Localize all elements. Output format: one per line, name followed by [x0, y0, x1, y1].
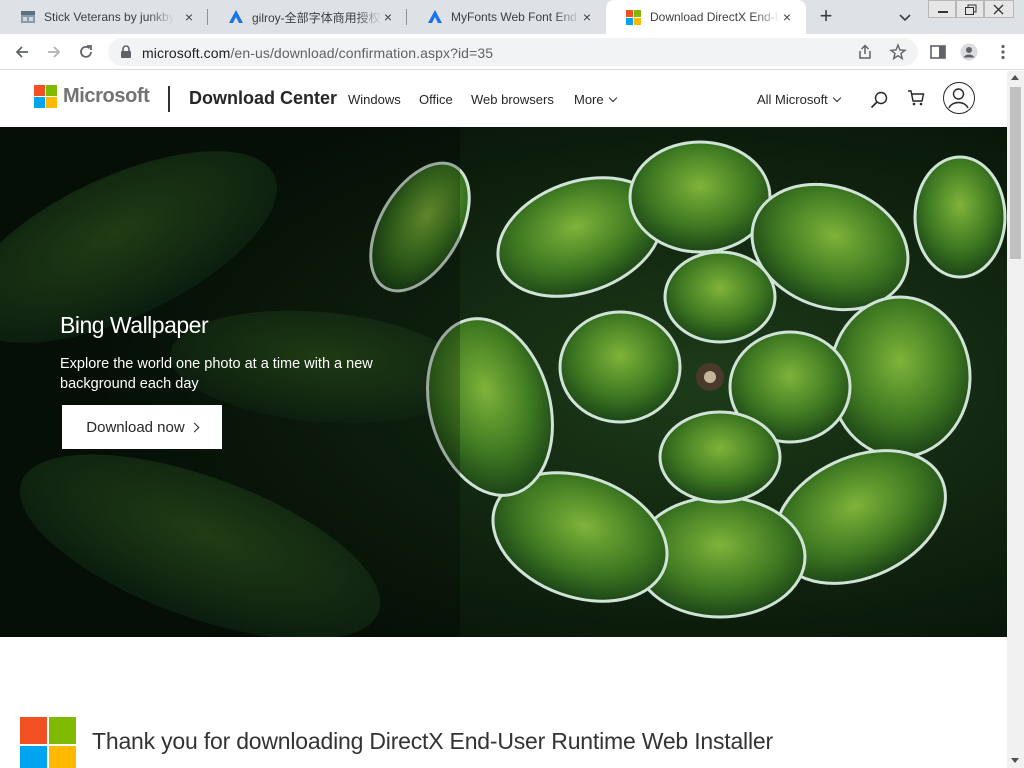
brand-name: Microsoft: [63, 85, 150, 107]
tab-stick-veterans[interactable]: Stick Veterans by junkbyt ×: [0, 0, 208, 34]
nav-windows[interactable]: Windows: [348, 92, 401, 107]
microsoft-logo-large: [20, 717, 76, 768]
header-divider: [168, 86, 170, 112]
forward-arrow-icon: [48, 46, 61, 58]
nav-office[interactable]: Office: [419, 92, 453, 107]
page-content: Microsoft Download Center Windows Office…: [0, 71, 1007, 768]
site-header: Microsoft Download Center Windows Office…: [0, 71, 1007, 127]
url-text[interactable]: microsoft.com/en-us/download/confirmatio…: [142, 45, 493, 61]
tab-strip: Stick Veterans by junkbyt × gilroy-全部字体商…: [0, 0, 1024, 34]
search-icon[interactable]: [869, 90, 889, 110]
reload-button[interactable]: [74, 40, 98, 64]
microsoft-logo[interactable]: Microsoft: [34, 85, 150, 108]
all-microsoft-label: All Microsoft: [757, 92, 828, 107]
all-microsoft-menu[interactable]: All Microsoft: [757, 92, 842, 107]
close-icon[interactable]: ×: [182, 10, 196, 24]
account-button[interactable]: [943, 82, 975, 114]
site-title[interactable]: Download Center: [189, 88, 337, 109]
tab-title: MyFonts Web Font End U: [451, 10, 581, 24]
user-icon: [948, 88, 969, 109]
nav-more[interactable]: More: [574, 92, 617, 107]
url-host: microsoft.com: [142, 45, 231, 61]
share-icon[interactable]: [856, 43, 874, 61]
scroll-up-arrow-icon[interactable]: [1011, 75, 1019, 80]
close-window-icon: [993, 4, 1004, 15]
triangle-logo-icon: [229, 10, 243, 23]
nav-more-label: More: [574, 92, 604, 107]
tab-title: gilroy-全部字体商用授权: [252, 10, 381, 25]
tab-gilroy[interactable]: gilroy-全部字体商用授权 ×: [208, 0, 407, 34]
minimize-button[interactable]: [928, 0, 956, 18]
chevron-right-icon: [189, 422, 200, 432]
hero-description: Explore the world one photo at a time wi…: [60, 356, 373, 392]
tab-search-chevron-icon[interactable]: [895, 7, 915, 27]
chevron-down-icon: [608, 93, 617, 103]
chevron-down-icon: [832, 93, 842, 103]
back-button[interactable]: [10, 40, 34, 64]
cart-icon[interactable]: [906, 88, 926, 108]
more-menu-icon[interactable]: [994, 43, 1012, 61]
stick-veterans-favicon: [21, 11, 35, 23]
thank-you-heading: Thank you for downloading DirectX End-Us…: [92, 728, 773, 754]
tab-title: Stick Veterans by junkbyt: [44, 10, 174, 24]
download-now-button[interactable]: Download now: [62, 405, 222, 449]
download-now-label: Download now: [86, 418, 185, 436]
profile-icon[interactable]: [960, 43, 978, 61]
close-icon[interactable]: ×: [381, 10, 395, 24]
tab-myfonts[interactable]: MyFonts Web Font End U ×: [407, 0, 606, 34]
forward-button[interactable]: [42, 40, 66, 64]
triangle-logo-icon: [428, 10, 442, 23]
nav-web-browsers[interactable]: Web browsers: [471, 92, 554, 107]
microsoft-logo-icon: [626, 9, 642, 25]
restore-icon: [965, 4, 977, 15]
address-bar[interactable]: microsoft.com/en-us/download/confirmatio…: [108, 38, 918, 66]
lock-icon[interactable]: [120, 45, 132, 59]
close-icon[interactable]: ×: [780, 10, 794, 24]
reload-icon: [80, 45, 92, 58]
minimize-icon: [938, 11, 948, 13]
back-arrow-icon: [15, 46, 28, 58]
restore-button[interactable]: [956, 0, 984, 18]
microsoft-logo-icon: [34, 85, 57, 108]
close-icon[interactable]: ×: [580, 10, 594, 24]
url-path: /en-us/download/confirmation.aspx?id=35: [230, 45, 494, 61]
page-scrollbar[interactable]: [1007, 71, 1024, 768]
side-panel-icon[interactable]: [929, 43, 947, 61]
bookmark-star-icon[interactable]: [889, 43, 907, 61]
tab-directx[interactable]: Download DirectX End-U ×: [606, 0, 806, 34]
hero-banner: Bing Wallpaper Explore the world one pho…: [0, 127, 1007, 637]
new-tab-button[interactable]: +: [814, 5, 838, 29]
scroll-thumb[interactable]: [1010, 87, 1021, 259]
hero-title: Bing Wallpaper: [60, 312, 209, 338]
close-window-button[interactable]: [984, 0, 1014, 18]
browser-toolbar: microsoft.com/en-us/download/confirmatio…: [0, 34, 1024, 70]
tab-title: Download DirectX End-U: [650, 10, 780, 24]
scroll-down-arrow-icon[interactable]: [1011, 758, 1019, 763]
